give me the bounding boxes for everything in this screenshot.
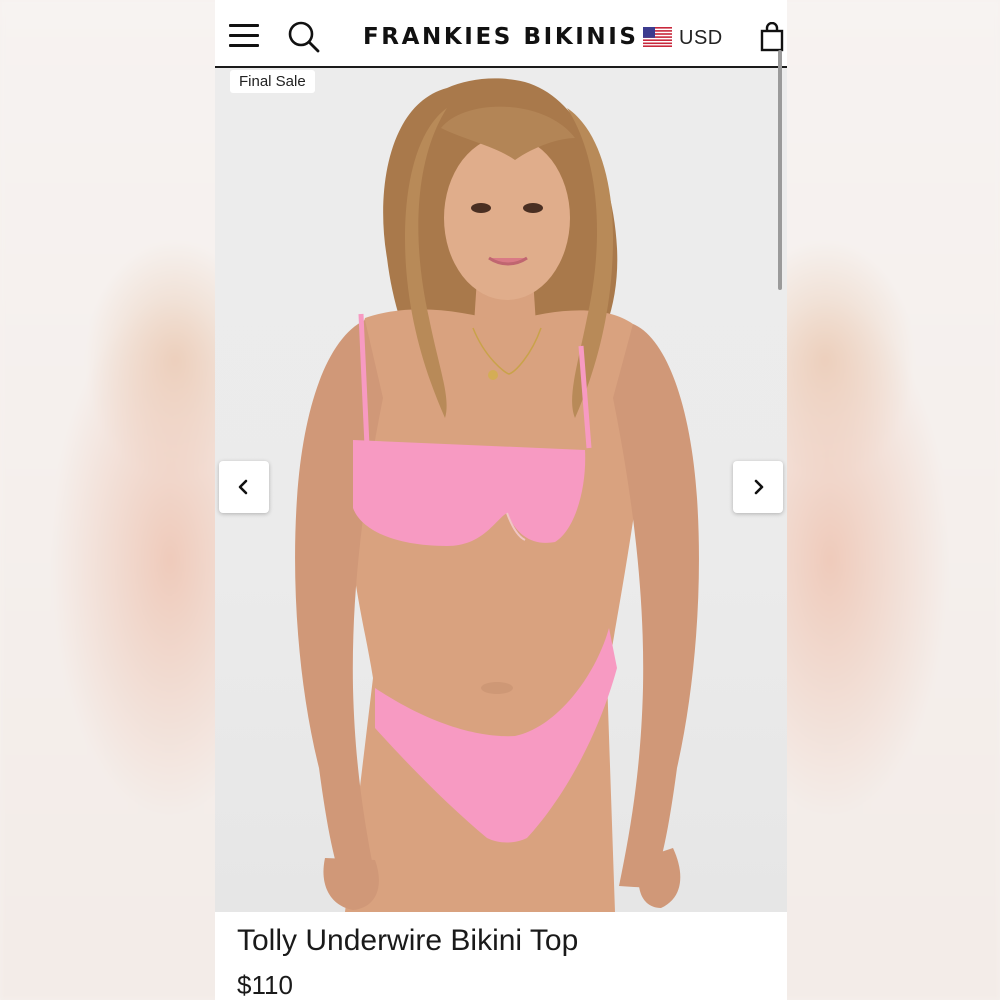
site-header: FRANKIES BIKINIS USD [215,0,787,68]
chevron-left-icon [238,479,248,495]
scrollbar[interactable] [778,50,782,290]
product-price: $110 [237,970,293,1000]
us-flag-icon[interactable] [643,27,672,47]
brand-logo[interactable]: FRANKIES BIKINIS [363,24,639,50]
product-title: Tolly Underwire Bikini Top [237,924,579,957]
model-illustration [295,78,699,912]
product-image[interactable] [215,68,787,912]
final-sale-badge: Final Sale [230,70,315,93]
menu-icon[interactable] [229,22,261,50]
previous-image-button[interactable] [219,461,269,513]
currency-selector[interactable]: USD [679,27,723,50]
shopping-bag-icon[interactable] [760,21,784,52]
product-info: Tolly Underwire Bikini Top $110 [215,912,787,1000]
chevron-right-icon [754,479,764,495]
next-image-button[interactable] [733,461,783,513]
phone-screen: FRANKIES BIKINIS USD Final Sale Tolly Un… [215,0,787,1000]
search-icon[interactable] [287,20,321,54]
